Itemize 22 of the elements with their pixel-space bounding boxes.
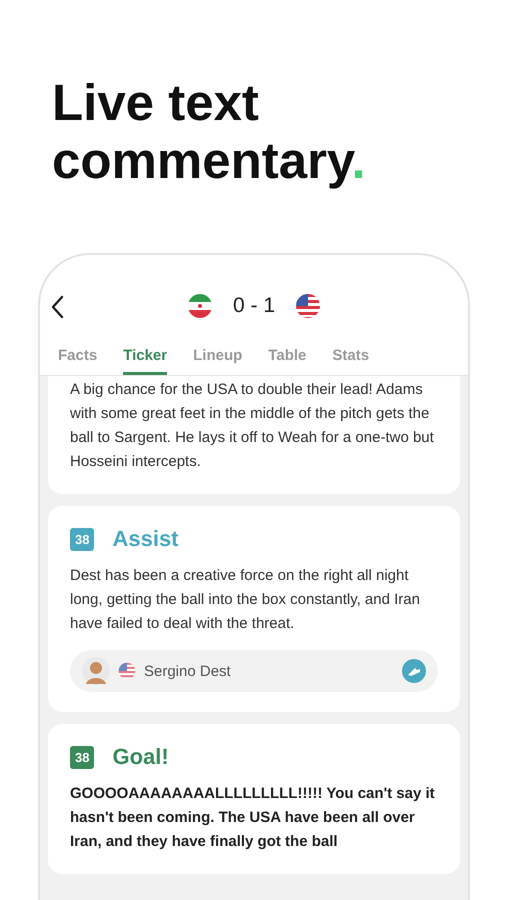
player-name: Sergino Dest — [144, 662, 232, 680]
commentary-text: GOOOOAAAAAAAALLLLLLLLL!!!!! You can't say it hasn't been coming. The USA have been all over Iran, and they have finally got the ball — [70, 784, 436, 852]
commentary-text: A big chance for the USA to double their lead! Adams with some great feet in the middle of the pitch gets the ball to Sargent. He lays it off to Weah for a one-two but Hosseini intercepts. — [70, 380, 435, 472]
event-title: Goal! — [112, 744, 169, 770]
commentary-text: Dest has been a creative force on the right all night long, getting the ball into the box constantly, and Iran have failed to deal with the threat. — [70, 566, 421, 634]
headline: Live text commentary — [52, 74, 352, 189]
minute-badge: 38 — [70, 528, 94, 550]
flag-icon — [295, 293, 322, 319]
tab[interactable]: Facts — [58, 347, 98, 375]
minute-badge: 38 — [70, 746, 94, 768]
flag-icon — [186, 293, 213, 319]
tab[interactable]: Table — [268, 347, 306, 375]
tab[interactable]: Lineup — [193, 347, 242, 375]
back-icon[interactable] — [50, 295, 64, 319]
boot-icon — [402, 659, 426, 683]
avatar-icon — [82, 657, 110, 685]
player-chip[interactable]: Sergino Dest — [70, 650, 438, 692]
flag-icon — [118, 662, 136, 680]
tab[interactable]: Stats — [332, 347, 370, 375]
event-title: Assist — [112, 526, 179, 552]
match-score: 0 - 1 — [232, 294, 276, 318]
accent-dot: . — [352, 132, 366, 189]
